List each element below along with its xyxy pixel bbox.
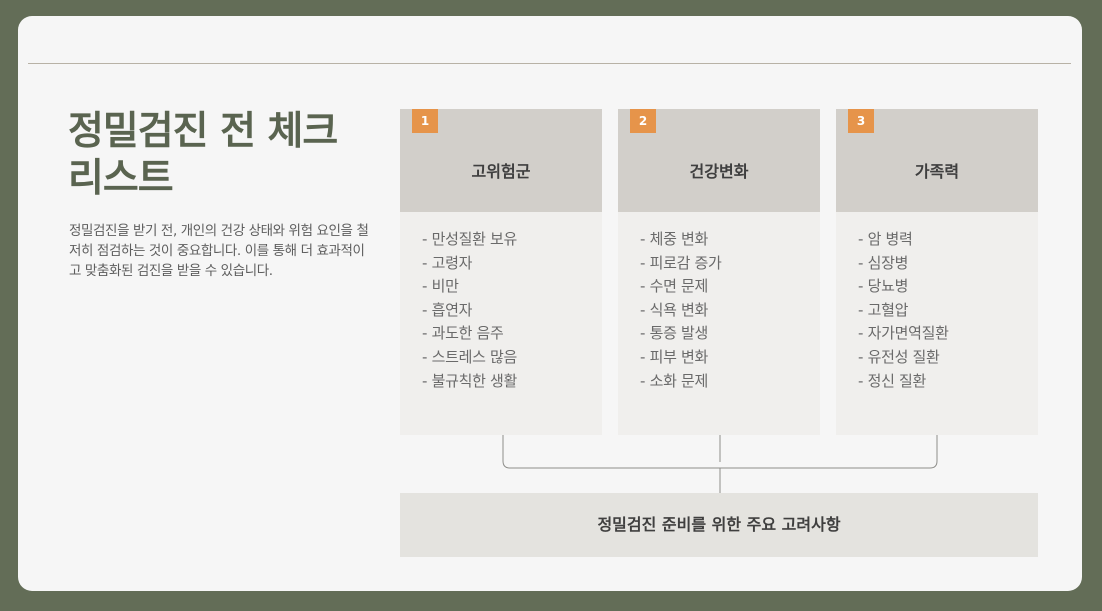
slide-card: 정밀검진 전 체크리스트 정밀검진을 받기 전, 개인의 건강 상태와 위험 요… xyxy=(18,16,1082,591)
summary-box: 정밀검진 준비를 위한 주요 고려사항 xyxy=(400,493,1038,557)
